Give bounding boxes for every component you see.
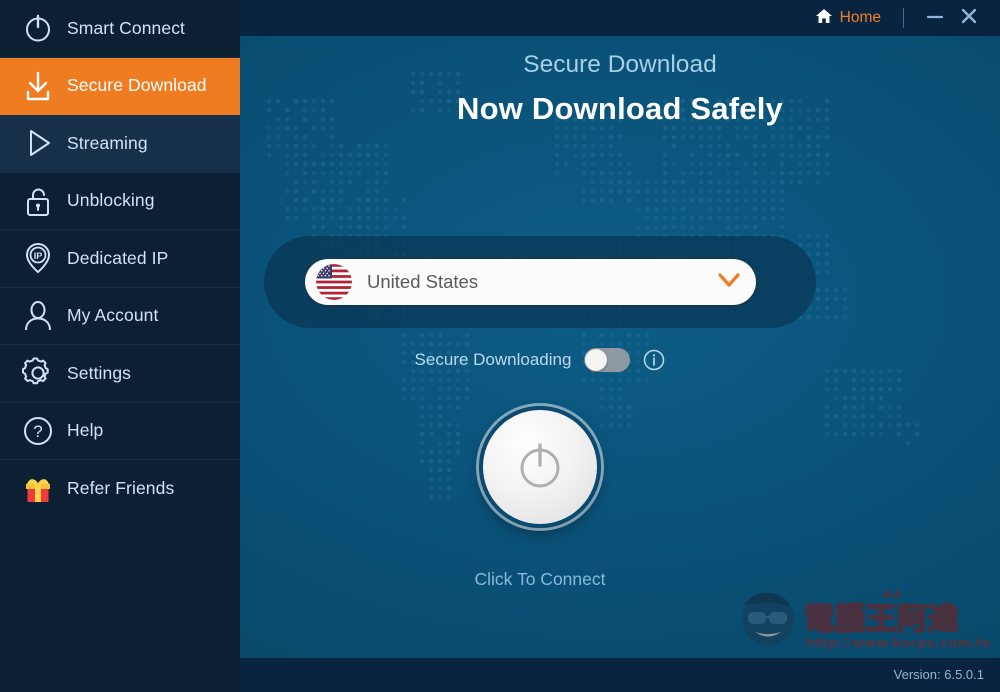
content-area: Secure Download Now Download Safely Unit… [240,36,1000,658]
power-icon [511,436,569,499]
sidebar-item-label: My Account [67,305,159,326]
gear-icon [14,353,62,393]
svg-text:IP: IP [34,251,43,261]
power-icon [14,8,62,48]
sidebar-item-label: Smart Connect [67,17,186,38]
version-label: Version: 6.5.0.1 [893,667,984,682]
sidebar-item-dedicated-ip[interactable]: IP Dedicated IP [0,230,240,288]
toggle-knob [585,349,608,371]
titlebar-divider [903,8,904,28]
sidebar-item-refer-friends[interactable]: Refer Friends [0,460,240,518]
country-selector-container: United States [264,236,816,328]
sidebar-item-label: Refer Friends [67,478,175,499]
home-label: Home [839,9,881,26]
country-select[interactable]: United States [303,257,758,307]
sidebar-item-settings[interactable]: Settings [0,345,240,403]
lock-icon [14,181,62,221]
sidebar-item-label: Dedicated IP [67,247,169,268]
play-icon [14,123,62,163]
sidebar-item-streaming[interactable]: Streaming [0,115,240,173]
footer-bar: Version: 6.5.0.1 [240,658,1000,692]
country-name: United States [367,271,479,292]
power-button[interactable] [479,406,601,528]
sidebar-item-my-account[interactable]: My Account [0,288,240,345]
chevron-down-icon[interactable] [716,271,742,294]
secure-downloading-row: Secure Downloading [240,348,840,372]
main-panel: Home Secure Download Now Download Safely… [240,0,1000,692]
download-icon [14,66,62,106]
home-button[interactable]: Home [809,8,887,29]
close-button[interactable] [952,4,986,32]
sidebar-item-label: Secure Download [67,75,207,96]
sidebar-item-help[interactable]: ? Help [0,403,240,460]
app-window: Smart Connect Secure Download Streaming [0,0,1000,692]
titlebar: Home [240,0,1000,36]
page-subtitle: Secure Download [523,51,717,78]
sidebar: Smart Connect Secure Download Streaming [0,0,240,692]
connect-label[interactable]: Click To Connect [240,569,840,590]
sidebar-item-label: Streaming [67,132,148,153]
sidebar-item-unblocking[interactable]: Unblocking [0,173,240,230]
secure-downloading-label: Secure Downloading [414,350,572,369]
house-icon [815,8,833,29]
sidebar-item-label: Unblocking [67,190,155,211]
sidebar-item-label: Settings [67,362,132,383]
page-title: Now Download Safely [457,91,783,126]
user-icon [14,296,62,336]
flag-us-icon [316,264,352,300]
secure-downloading-toggle[interactable] [584,348,631,372]
sidebar-item-label: Help [67,420,104,441]
sidebar-item-smart-connect[interactable]: Smart Connect [0,0,240,58]
sidebar-item-secure-download[interactable]: Secure Download [0,57,240,115]
minimize-button[interactable] [918,4,952,32]
gift-icon [14,469,62,509]
question-icon: ? [14,411,62,451]
svg-text:?: ? [33,422,42,441]
power-button-container [240,406,840,528]
close-icon [960,7,978,30]
info-icon[interactable] [643,349,665,371]
ip-pin-icon: IP [14,238,62,278]
minimize-icon [926,9,944,28]
